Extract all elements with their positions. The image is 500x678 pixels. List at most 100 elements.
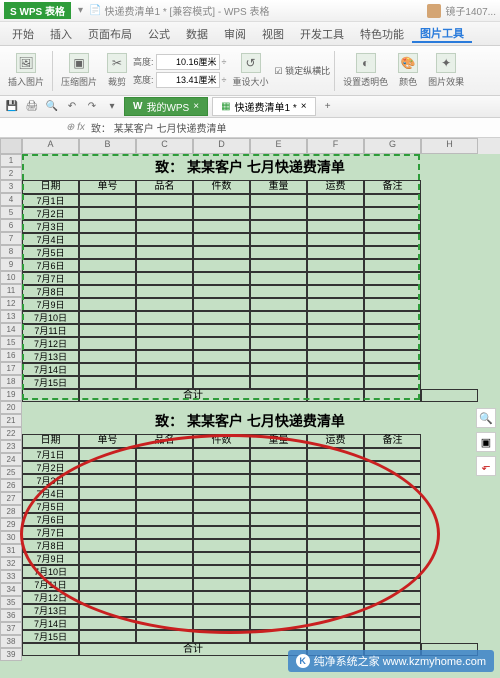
table-cell[interactable]	[307, 461, 364, 474]
table-cell[interactable]	[307, 285, 364, 298]
table-cell[interactable]	[136, 526, 193, 539]
print-icon[interactable]: 🖨	[24, 99, 40, 115]
table-cell[interactable]	[79, 233, 136, 246]
table-cell[interactable]	[136, 513, 193, 526]
table-cell[interactable]	[307, 311, 364, 324]
table-cell[interactable]: 7月14日	[22, 617, 79, 630]
table-header-cell[interactable]: 品名	[136, 434, 193, 448]
table-header-cell[interactable]: 单号	[79, 180, 136, 194]
table-cell[interactable]	[250, 363, 307, 376]
col-header[interactable]: A	[22, 138, 79, 154]
table-cell[interactable]	[364, 246, 421, 259]
menu-tab-6[interactable]: 视图	[254, 26, 292, 42]
table-cell[interactable]	[193, 259, 250, 272]
tab-document[interactable]: ▦快递费清单1 *×	[212, 97, 316, 116]
table-cell[interactable]	[307, 448, 364, 461]
table-cell[interactable]	[79, 350, 136, 363]
table-cell[interactable]	[307, 259, 364, 272]
table-cell[interactable]	[79, 363, 136, 376]
tab-my-wps[interactable]: W我的WPS×	[124, 97, 208, 116]
table-cell[interactable]	[136, 207, 193, 220]
table-cell[interactable]	[364, 617, 421, 630]
table-cell[interactable]	[364, 272, 421, 285]
menu-tab-5[interactable]: 审阅	[216, 26, 254, 42]
table-cell[interactable]	[250, 311, 307, 324]
table-cell[interactable]	[364, 233, 421, 246]
table-cell[interactable]: 7月4日	[22, 487, 79, 500]
row-header[interactable]: 6	[0, 219, 22, 232]
reset-size-button[interactable]: ↺重设大小	[229, 51, 273, 90]
col-header[interactable]: G	[364, 138, 421, 154]
table-cell[interactable]	[307, 246, 364, 259]
table-cell[interactable]	[364, 500, 421, 513]
table-cell[interactable]: 7月3日	[22, 474, 79, 487]
table-cell[interactable]	[364, 285, 421, 298]
row-header[interactable]: 27	[0, 492, 22, 505]
table-cell[interactable]	[136, 233, 193, 246]
avatar[interactable]	[427, 4, 441, 18]
table-cell[interactable]	[250, 376, 307, 389]
formula-value[interactable]: 致： 某某客户 七月快递费清单	[91, 120, 227, 135]
col-header[interactable]: B	[79, 138, 136, 154]
table-cell[interactable]	[193, 246, 250, 259]
table-cell[interactable]	[250, 194, 307, 207]
table-cell[interactable]	[307, 539, 364, 552]
table-cell[interactable]	[250, 272, 307, 285]
table-cell[interactable]	[307, 617, 364, 630]
table-cell[interactable]	[364, 474, 421, 487]
table-cell[interactable]	[193, 487, 250, 500]
table-cell[interactable]	[193, 474, 250, 487]
table-cell[interactable]	[136, 337, 193, 350]
row-header[interactable]: 23	[0, 440, 22, 453]
menu-tab-2[interactable]: 页面布局	[80, 26, 140, 42]
table-cell[interactable]	[364, 298, 421, 311]
table-cell[interactable]	[364, 526, 421, 539]
table-cell[interactable]	[364, 337, 421, 350]
table-cell[interactable]: 7月10日	[22, 311, 79, 324]
row-header[interactable]: 26	[0, 479, 22, 492]
table-cell[interactable]	[307, 376, 364, 389]
table-cell[interactable]	[364, 220, 421, 233]
table-cell[interactable]	[307, 604, 364, 617]
table-cell[interactable]	[136, 539, 193, 552]
table-cell[interactable]	[79, 376, 136, 389]
handle-icon[interactable]: ⬐	[476, 456, 496, 476]
table-cell[interactable]	[79, 448, 136, 461]
table-cell[interactable]	[79, 630, 136, 643]
table-header-cell[interactable]: 品名	[136, 180, 193, 194]
table-cell[interactable]	[193, 500, 250, 513]
table-cell[interactable]: 7月1日	[22, 448, 79, 461]
table-cell[interactable]	[136, 591, 193, 604]
table-cell[interactable]	[79, 461, 136, 474]
table-cell[interactable]	[307, 487, 364, 500]
undo-icon[interactable]: ↶	[64, 99, 80, 115]
table-cell[interactable]	[307, 363, 364, 376]
effects-button[interactable]: ✦图片效果	[424, 51, 468, 90]
table-cell[interactable]	[79, 285, 136, 298]
col-header[interactable]: C	[136, 138, 193, 154]
compress-picture-button[interactable]: ▣压缩图片	[57, 51, 101, 90]
menu-tab-7[interactable]: 开发工具	[292, 26, 352, 42]
table-cell[interactable]: 7月2日	[22, 207, 79, 220]
table-cell[interactable]	[364, 207, 421, 220]
table-cell[interactable]	[79, 259, 136, 272]
insert-picture-button[interactable]: 🖼插入图片	[4, 51, 48, 90]
row-header[interactable]: 15	[0, 336, 22, 349]
table-cell[interactable]	[193, 233, 250, 246]
row-header[interactable]: 24	[0, 453, 22, 466]
menu-tab-0[interactable]: 开始	[4, 26, 42, 42]
table-cell[interactable]	[364, 513, 421, 526]
table-header-cell[interactable]: 日期	[22, 180, 79, 194]
table-cell[interactable]	[136, 604, 193, 617]
chevron-down-icon[interactable]: ▾	[104, 99, 120, 115]
table-cell[interactable]	[136, 272, 193, 285]
menu-tab-9[interactable]: 图片工具	[412, 25, 472, 43]
table-cell[interactable]: 7月13日	[22, 350, 79, 363]
table-cell[interactable]	[364, 565, 421, 578]
table-cell[interactable]	[250, 298, 307, 311]
table-cell[interactable]	[364, 578, 421, 591]
row-header[interactable]: 28	[0, 505, 22, 518]
table-cell[interactable]: 7月14日	[22, 363, 79, 376]
table-cell[interactable]	[250, 630, 307, 643]
row-header[interactable]: 5	[0, 206, 22, 219]
